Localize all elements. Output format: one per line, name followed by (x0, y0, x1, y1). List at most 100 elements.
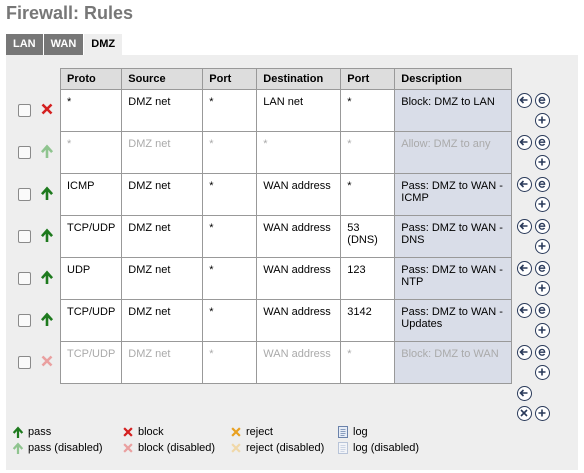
edit-rule-button[interactable] (535, 303, 550, 318)
cell-destination: WAN address (256, 341, 342, 384)
table-row[interactable]: * DMZ net * LAN net * Block: DMZ to LAN (59, 89, 513, 132)
pass-icon[interactable] (40, 312, 54, 327)
row-actions (517, 93, 557, 135)
move-before-button[interactable] (517, 303, 532, 318)
cell-destination: WAN address (256, 173, 342, 216)
cell-destination: WAN address (256, 257, 342, 300)
plus-icon (538, 200, 546, 208)
pass-disabled-icon (12, 442, 24, 455)
cell-destination: * (256, 131, 342, 174)
move-before-button[interactable] (517, 177, 532, 192)
cell-source-port: * (202, 131, 258, 174)
rules-panel: Proto Source Port Destination Port Descr… (6, 55, 578, 470)
row-checkbox[interactable] (18, 188, 31, 201)
cell-source-port: * (202, 89, 258, 132)
cell-proto: UDP (59, 257, 123, 300)
table-row[interactable]: * DMZ net * * * Allow: DMZ to any (59, 131, 513, 174)
header-proto: Proto (59, 68, 123, 90)
row-actions (517, 345, 557, 387)
header-description: Description (394, 68, 513, 90)
pass-icon (12, 426, 24, 439)
cell-source: DMZ net (121, 131, 204, 174)
cell-destination-port: * (340, 173, 396, 216)
tab-bar: LAN WAN DMZ (6, 34, 123, 55)
row-checkbox[interactable] (18, 356, 31, 369)
cell-description: Pass: DMZ to WAN - Updates (394, 299, 513, 342)
move-before-button[interactable] (517, 219, 532, 234)
cell-source: DMZ net (121, 215, 204, 258)
tab-wan[interactable]: WAN (43, 34, 84, 55)
row-controls (18, 258, 58, 300)
cell-description: Pass: DMZ to WAN - DNS (394, 215, 513, 258)
arrow-left-icon (519, 264, 528, 272)
arrow-left-icon (519, 96, 528, 104)
cell-source-port: * (202, 257, 258, 300)
move-before-button[interactable] (517, 345, 532, 360)
add-rule-based-on-button[interactable] (535, 197, 550, 212)
edit-icon (538, 264, 546, 272)
row-checkbox[interactable] (18, 230, 31, 243)
legend-label: reject (disabled) (246, 442, 325, 454)
edit-icon (538, 222, 546, 230)
header-destination-port: Port (340, 68, 396, 90)
edit-rule-button[interactable] (535, 219, 550, 234)
reject-disabled-icon (230, 442, 242, 454)
add-rule-before-button[interactable] (517, 386, 532, 401)
pass-icon[interactable] (40, 228, 54, 243)
tab-dmz[interactable]: DMZ (84, 34, 123, 55)
plus-icon (538, 242, 546, 250)
add-rule-button[interactable] (535, 406, 550, 421)
block-icon[interactable] (40, 102, 54, 116)
cell-destination: LAN net (256, 89, 342, 132)
row-checkbox[interactable] (18, 272, 31, 285)
delete-selected-button[interactable] (517, 406, 532, 421)
row-checkbox[interactable] (18, 146, 31, 159)
add-rule-based-on-button[interactable] (535, 239, 550, 254)
table-row[interactable]: ICMP DMZ net * WAN address * Pass: DMZ to WAN… (59, 173, 513, 216)
move-before-button[interactable] (517, 135, 532, 150)
block-disabled-icon[interactable] (40, 354, 54, 368)
pass-disabled-icon[interactable] (40, 144, 54, 159)
tab-lan[interactable]: LAN (6, 34, 43, 55)
cell-source: DMZ net (121, 173, 204, 216)
move-before-button[interactable] (517, 93, 532, 108)
pass-icon[interactable] (40, 186, 54, 201)
cell-description: Block: DMZ to LAN (394, 89, 513, 132)
cell-description: Block: DMZ to WAN (394, 341, 513, 384)
log-disabled-icon (337, 442, 349, 454)
log-icon (337, 426, 349, 438)
add-rule-based-on-button[interactable] (535, 323, 550, 338)
pass-icon[interactable] (40, 270, 54, 285)
cell-destination-port: 123 (340, 257, 396, 300)
add-rule-based-on-button[interactable] (535, 155, 550, 170)
edit-rule-button[interactable] (535, 261, 550, 276)
add-rule-based-on-button[interactable] (535, 113, 550, 128)
table-row[interactable]: UDP DMZ net * WAN address 123 Pass: DMZ to WA… (59, 257, 513, 300)
table-row[interactable]: TCP/UDP DMZ net * WAN address 3142 Pass: DMZ … (59, 299, 513, 342)
row-controls (18, 342, 58, 384)
header-source: Source (121, 68, 204, 90)
edit-rule-button[interactable] (535, 345, 550, 360)
edit-rule-button[interactable] (535, 177, 550, 192)
row-checkbox[interactable] (18, 314, 31, 327)
table-row[interactable]: TCP/UDP DMZ net * WAN address 53 (DNS) Pass: … (59, 215, 513, 258)
cell-destination-port: 3142 (340, 299, 396, 342)
table-row[interactable]: TCP/UDP DMZ net * WAN address * Block: DMZ to… (59, 341, 513, 384)
plus-icon (538, 368, 546, 376)
legend-label: log (353, 426, 368, 438)
legend-label: reject (246, 426, 273, 438)
cell-source: DMZ net (121, 341, 204, 384)
cell-proto: ICMP (59, 173, 123, 216)
edit-rule-button[interactable] (535, 93, 550, 108)
cell-destination: WAN address (256, 299, 342, 342)
edit-rule-button[interactable] (535, 135, 550, 150)
cell-destination-port: 53 (DNS) (340, 215, 396, 258)
arrow-left-icon (519, 222, 528, 230)
row-actions (517, 303, 557, 345)
row-checkbox[interactable] (18, 104, 31, 117)
move-before-button[interactable] (517, 261, 532, 276)
cell-source: DMZ net (121, 299, 204, 342)
add-rule-based-on-button[interactable] (535, 365, 550, 380)
cell-proto: TCP/UDP (59, 299, 123, 342)
add-rule-based-on-button[interactable] (535, 281, 550, 296)
